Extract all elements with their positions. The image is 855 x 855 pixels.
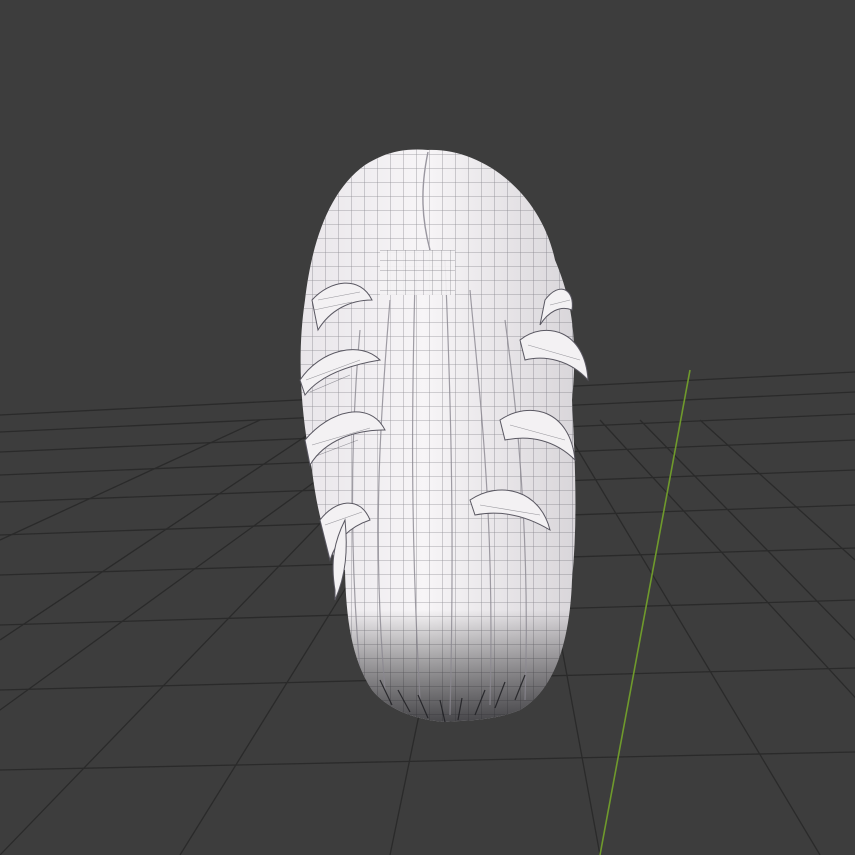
3d-viewport[interactable] [0,0,855,855]
viewport-canvas [0,140,855,855]
y-axis-line [599,369,691,855]
hair-model[interactable] [290,140,590,740]
